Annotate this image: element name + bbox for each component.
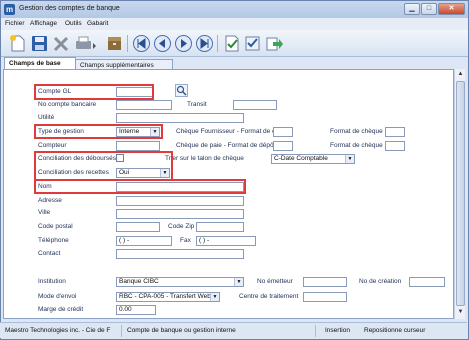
scroll-down-icon[interactable]: ▼: [456, 308, 465, 317]
fax-label: Fax: [180, 237, 191, 244]
format-cheque-input-1[interactable]: [385, 127, 405, 137]
code-zip-input[interactable]: [196, 222, 244, 232]
chevron-down-icon: ▼: [210, 293, 219, 301]
institution-label: Institution: [38, 278, 66, 285]
title-bar: m Gestion des comptes de banque ▁ □ ✕: [1, 1, 468, 18]
export-icon[interactable]: [264, 34, 283, 53]
adresse-input-2[interactable]: [116, 209, 244, 219]
save-icon[interactable]: [30, 34, 49, 53]
vertical-scrollbar[interactable]: ▲ ▼: [454, 69, 465, 319]
scroll-thumb[interactable]: [456, 81, 465, 306]
no-compte-bancaire-input[interactable]: [116, 100, 172, 110]
compteur-label: Compteur: [38, 142, 67, 149]
institution-value: Banque CIBC: [119, 278, 159, 285]
mode-envoi-label: Mode d'envoi: [38, 293, 77, 300]
format-cheque-input-2[interactable]: [385, 141, 405, 151]
telephone-input[interactable]: ( ) -: [116, 236, 172, 246]
cheque-paie-input[interactable]: [273, 141, 293, 151]
adresse-input-1[interactable]: [116, 196, 244, 206]
highlight-conciliation: [34, 151, 173, 181]
trier-talon-label: Trier sur le talon de chèque: [165, 155, 244, 162]
cheque-fournisseur-label: Chèque Fournisseur - Format de dépôt: [176, 128, 289, 135]
trier-talon-value: C-Date Comptable: [274, 155, 328, 162]
chevron-down-icon: ▼: [234, 278, 243, 286]
format-cheque-label-2: Format de chèque: [330, 142, 383, 149]
chevron-down-icon: ▼: [345, 155, 354, 163]
fax-input[interactable]: ( ) -: [196, 236, 256, 246]
delete-icon[interactable]: [52, 34, 71, 53]
toolbar: [1, 30, 468, 57]
utilite-input[interactable]: [116, 113, 244, 123]
new-icon[interactable]: [8, 34, 27, 53]
trier-talon-select[interactable]: C-Date Comptable ▼: [271, 154, 355, 164]
print-icon[interactable]: [74, 34, 98, 53]
maximize-button[interactable]: □: [421, 3, 437, 15]
telephone-label: Téléphone: [38, 237, 69, 244]
highlight-compte-gl: [34, 84, 154, 100]
highlight-nom: [34, 179, 246, 194]
previous-icon[interactable]: [153, 34, 172, 53]
menu-affichage[interactable]: Affichage: [30, 20, 57, 27]
centre-traitement-label: Centre de traitement: [239, 293, 299, 300]
marge-credit-input[interactable]: 0.00: [116, 305, 156, 315]
toolbar-separator: [127, 35, 128, 52]
transit-label: Transit: [187, 101, 207, 108]
mode-envoi-value: RBC - CPA-005 - Transfert Web ...: [119, 293, 219, 300]
adresse-label: Adresse: [38, 197, 62, 204]
centre-traitement-input[interactable]: [303, 292, 347, 302]
search-icon[interactable]: [175, 84, 188, 97]
code-postal-input[interactable]: [116, 222, 160, 232]
status-bar: Maestro Technologies inc. - Cie de F Com…: [0, 322, 467, 338]
archive-icon[interactable]: [105, 34, 124, 53]
app-icon: m: [4, 4, 15, 15]
marge-credit-label: Marge de crédit: [38, 306, 84, 313]
window-title: Gestion des comptes de banque: [19, 5, 120, 12]
contact-label: Contact: [38, 250, 61, 257]
cheque-fournisseur-input[interactable]: [273, 127, 293, 137]
next-icon[interactable]: [174, 34, 193, 53]
utilite-label: Utilité: [38, 114, 55, 121]
status-cursor: Repositionne curseur: [364, 327, 426, 334]
scroll-up-icon[interactable]: ▲: [456, 70, 465, 79]
close-button[interactable]: ✕: [438, 3, 465, 15]
transit-input[interactable]: [233, 100, 277, 110]
checklist-icon[interactable]: [243, 34, 262, 53]
menu-outils[interactable]: Outils: [65, 20, 82, 27]
no-emetteur-label: No émetteur: [257, 278, 293, 285]
no-compte-bancaire-label: No compte bancaire: [38, 101, 97, 108]
first-icon[interactable]: [132, 34, 151, 53]
no-creation-input[interactable]: [409, 277, 445, 287]
menu-fichier[interactable]: Fichier: [5, 20, 25, 27]
cheque-paie-label: Chèque de paie - Format de dépôt: [176, 142, 276, 149]
toolbar-separator: [217, 35, 218, 52]
format-cheque-label-1: Format de chèque: [330, 128, 383, 135]
no-emetteur-input[interactable]: [303, 277, 347, 287]
status-mode: Insertion: [325, 327, 350, 334]
status-description: Compte de banque ou gestion interne: [124, 325, 316, 337]
code-postal-label: Code postal: [38, 223, 73, 230]
minimize-button[interactable]: ▁: [404, 3, 420, 15]
menu-bar: Fichier Affichage Outils Gabarit: [1, 18, 468, 30]
code-zip-label: Code Zip: [168, 223, 195, 230]
institution-select[interactable]: Banque CIBC ▼: [116, 277, 244, 287]
no-creation-label: No de création: [359, 278, 402, 285]
mode-envoi-select[interactable]: RBC - CPA-005 - Transfert Web ... ▼: [116, 292, 220, 302]
contact-input[interactable]: [116, 249, 244, 259]
last-icon[interactable]: [195, 34, 214, 53]
ville-label: Ville: [38, 209, 51, 216]
highlight-type-gestion: [34, 124, 163, 139]
menu-gabarit[interactable]: Gabarit: [87, 20, 108, 27]
status-company: Maestro Technologies inc. - Cie de F: [2, 325, 122, 337]
validate-icon[interactable]: [222, 34, 241, 53]
compteur-input[interactable]: [116, 141, 160, 151]
